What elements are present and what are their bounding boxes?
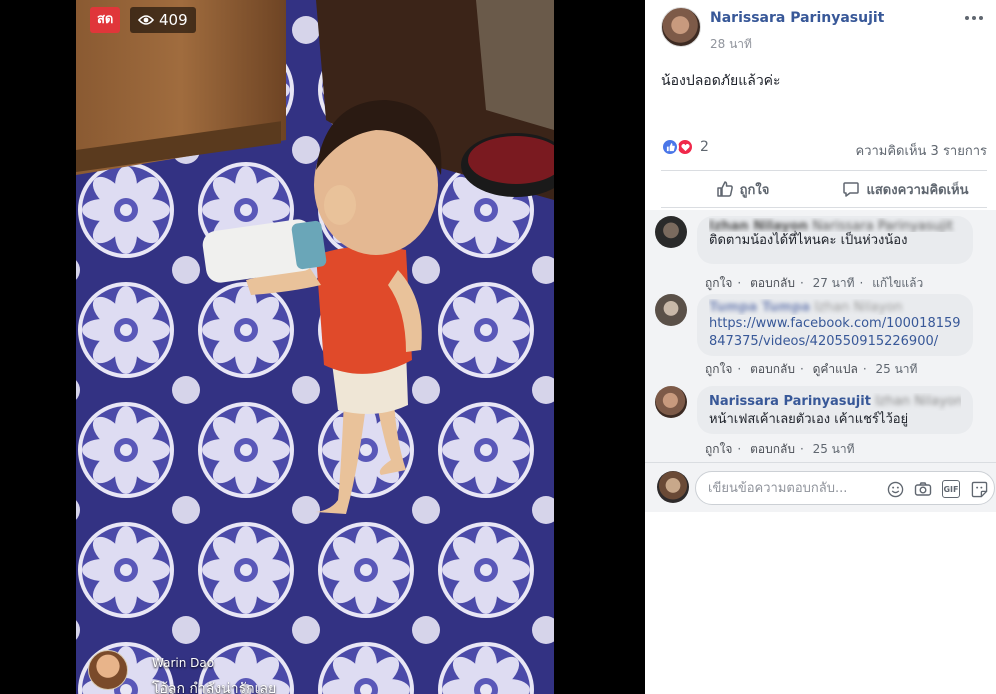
reaction-count[interactable]: 2 <box>700 139 709 155</box>
reply-composer: GIF <box>645 462 996 512</box>
comment-time[interactable]: 25 นาที <box>813 442 855 456</box>
see-translation-link[interactable]: ดูคำแปล <box>813 362 858 376</box>
comment-text: หน้าเฟสเค้าเลยตัวเอง เค้าแชร์ไว้อยู่ <box>709 412 909 427</box>
comment-button[interactable]: แสดงความคิดเห็น <box>824 171 987 207</box>
viewer-count-value: 409 <box>159 11 188 29</box>
reply-tools: GIF <box>886 480 988 498</box>
post-text: น้องปลอดภัยแล้วค่ะ <box>661 73 781 89</box>
comment-bubble: Tumpa Tumpa Izhan Nilayon https://www.fa… <box>697 294 973 356</box>
comment-reply-link[interactable]: ตอบกลับ <box>750 442 795 456</box>
video-frame <box>76 0 554 694</box>
comment-item: Narissara Parinyasujit Izhan Nilayon หน้… <box>655 386 985 456</box>
post-sidebar: Narissara Parinyasujit 28 นาที น้องปลอดภ… <box>645 0 996 694</box>
post-header: Narissara Parinyasujit 28 นาที <box>645 0 996 60</box>
comment-mention[interactable]: Izhan Nilayon <box>814 300 902 315</box>
reaction-icons[interactable] <box>661 138 697 156</box>
comment-bubble: Izhan Nilayon Narissara Parinyasujit ติด… <box>697 216 973 264</box>
video-pane: สด 409 Warin Dao โอ้ลูก กำลังน่ารักเลย <box>0 0 645 694</box>
comment-like-link[interactable]: ถูกใจ <box>705 276 732 290</box>
like-reaction-icon <box>661 138 679 156</box>
comment-mention[interactable]: Izhan Nilayon <box>875 394 961 409</box>
post-actions: ถูกใจ แสดงความคิดเห็น <box>661 170 987 208</box>
avatar[interactable] <box>655 386 687 418</box>
comment-actions: ถูกใจ · ตอบกลับ · ดูคำแปล · 25 นาที <box>705 362 918 376</box>
comment-time[interactable]: 25 นาที <box>876 362 918 376</box>
live-comment: Warin Dao โอ้ลูก กำลังน่ารักเลย <box>88 646 308 694</box>
sidebar-blank <box>645 512 996 694</box>
comment-button-label: แสดงความคิดเห็น <box>866 182 969 198</box>
comment-link-line1[interactable]: https://www.facebook.com/100018159 <box>709 316 961 331</box>
comment-author[interactable]: Narissara Parinyasujit <box>709 394 871 409</box>
comment-reply-link[interactable]: ตอบกลับ <box>750 276 795 290</box>
avatar[interactable] <box>88 650 128 690</box>
comment-actions: ถูกใจ · ตอบกลับ · 27 นาที · แก้ไขแล้ว <box>705 276 924 290</box>
avatar[interactable] <box>655 294 687 326</box>
post-timestamp[interactable]: 28 นาที <box>710 35 752 54</box>
sticker-icon[interactable] <box>970 480 988 498</box>
comment-reply-link[interactable]: ตอบกลับ <box>750 362 795 376</box>
comment-like-link[interactable]: ถูกใจ <box>705 442 732 456</box>
comment-author[interactable]: Izhan Nilayon <box>709 219 808 232</box>
live-comment-text: โอ้ลูก กำลังน่ารักเลย <box>152 681 277 694</box>
live-badge: สด <box>90 7 121 33</box>
post-author[interactable]: Narissara Parinyasujit <box>710 10 884 26</box>
more-icon[interactable] <box>962 8 986 28</box>
camera-icon[interactable] <box>914 480 932 498</box>
reply-input-box[interactable]: GIF <box>695 471 995 505</box>
live-video[interactable]: สด 409 Warin Dao โอ้ลูก กำลังน่ารักเลย <box>76 0 554 694</box>
comment-link-line2[interactable]: 847375/videos/420550915226900/ <box>709 334 938 349</box>
avatar <box>657 471 689 503</box>
comment-item: Tumpa Tumpa Izhan Nilayon https://www.fa… <box>655 294 985 380</box>
comment-bubble-icon <box>843 182 860 197</box>
like-button-label: ถูกใจ <box>739 182 770 198</box>
viewer-count: 409 <box>130 7 196 33</box>
live-comment-name[interactable]: Warin Dao <box>152 656 214 670</box>
comment-like-link[interactable]: ถูกใจ <box>705 362 732 376</box>
comment-count[interactable]: ความคิดเห็น 3 รายการ <box>856 140 988 161</box>
eye-icon <box>138 15 154 25</box>
comment-mention[interactable]: Narissara Parinyasujit <box>812 219 953 232</box>
comment-author[interactable]: Tumpa Tumpa <box>709 300 810 315</box>
gif-icon[interactable]: GIF <box>942 480 960 498</box>
comment-time[interactable]: 27 นาที <box>813 276 855 290</box>
reactions-bar: 2 ความคิดเห็น 3 รายการ <box>661 136 988 161</box>
comments-list: Izhan Nilayon Narissara Parinyasujit ติด… <box>645 210 996 462</box>
like-button[interactable]: ถูกใจ <box>661 171 824 207</box>
comment-actions: ถูกใจ · ตอบกลับ · 25 นาที <box>705 442 855 456</box>
avatar[interactable] <box>655 216 687 248</box>
reply-input[interactable] <box>708 472 868 504</box>
emoji-icon[interactable] <box>886 480 904 498</box>
app: สด 409 Warin Dao โอ้ลูก กำลังน่ารักเลย N… <box>0 0 996 694</box>
comment-edited[interactable]: แก้ไขแล้ว <box>872 276 923 290</box>
comment-item: Izhan Nilayon Narissara Parinyasujit ติด… <box>655 216 985 294</box>
avatar[interactable] <box>661 7 701 47</box>
thumbs-up-icon <box>716 181 733 197</box>
comment-bubble: Narissara Parinyasujit Izhan Nilayon หน้… <box>697 386 973 434</box>
comment-text: ติดตามน้องได้ที่ไหนคะ เป็นห่วงน้อง <box>709 233 908 248</box>
